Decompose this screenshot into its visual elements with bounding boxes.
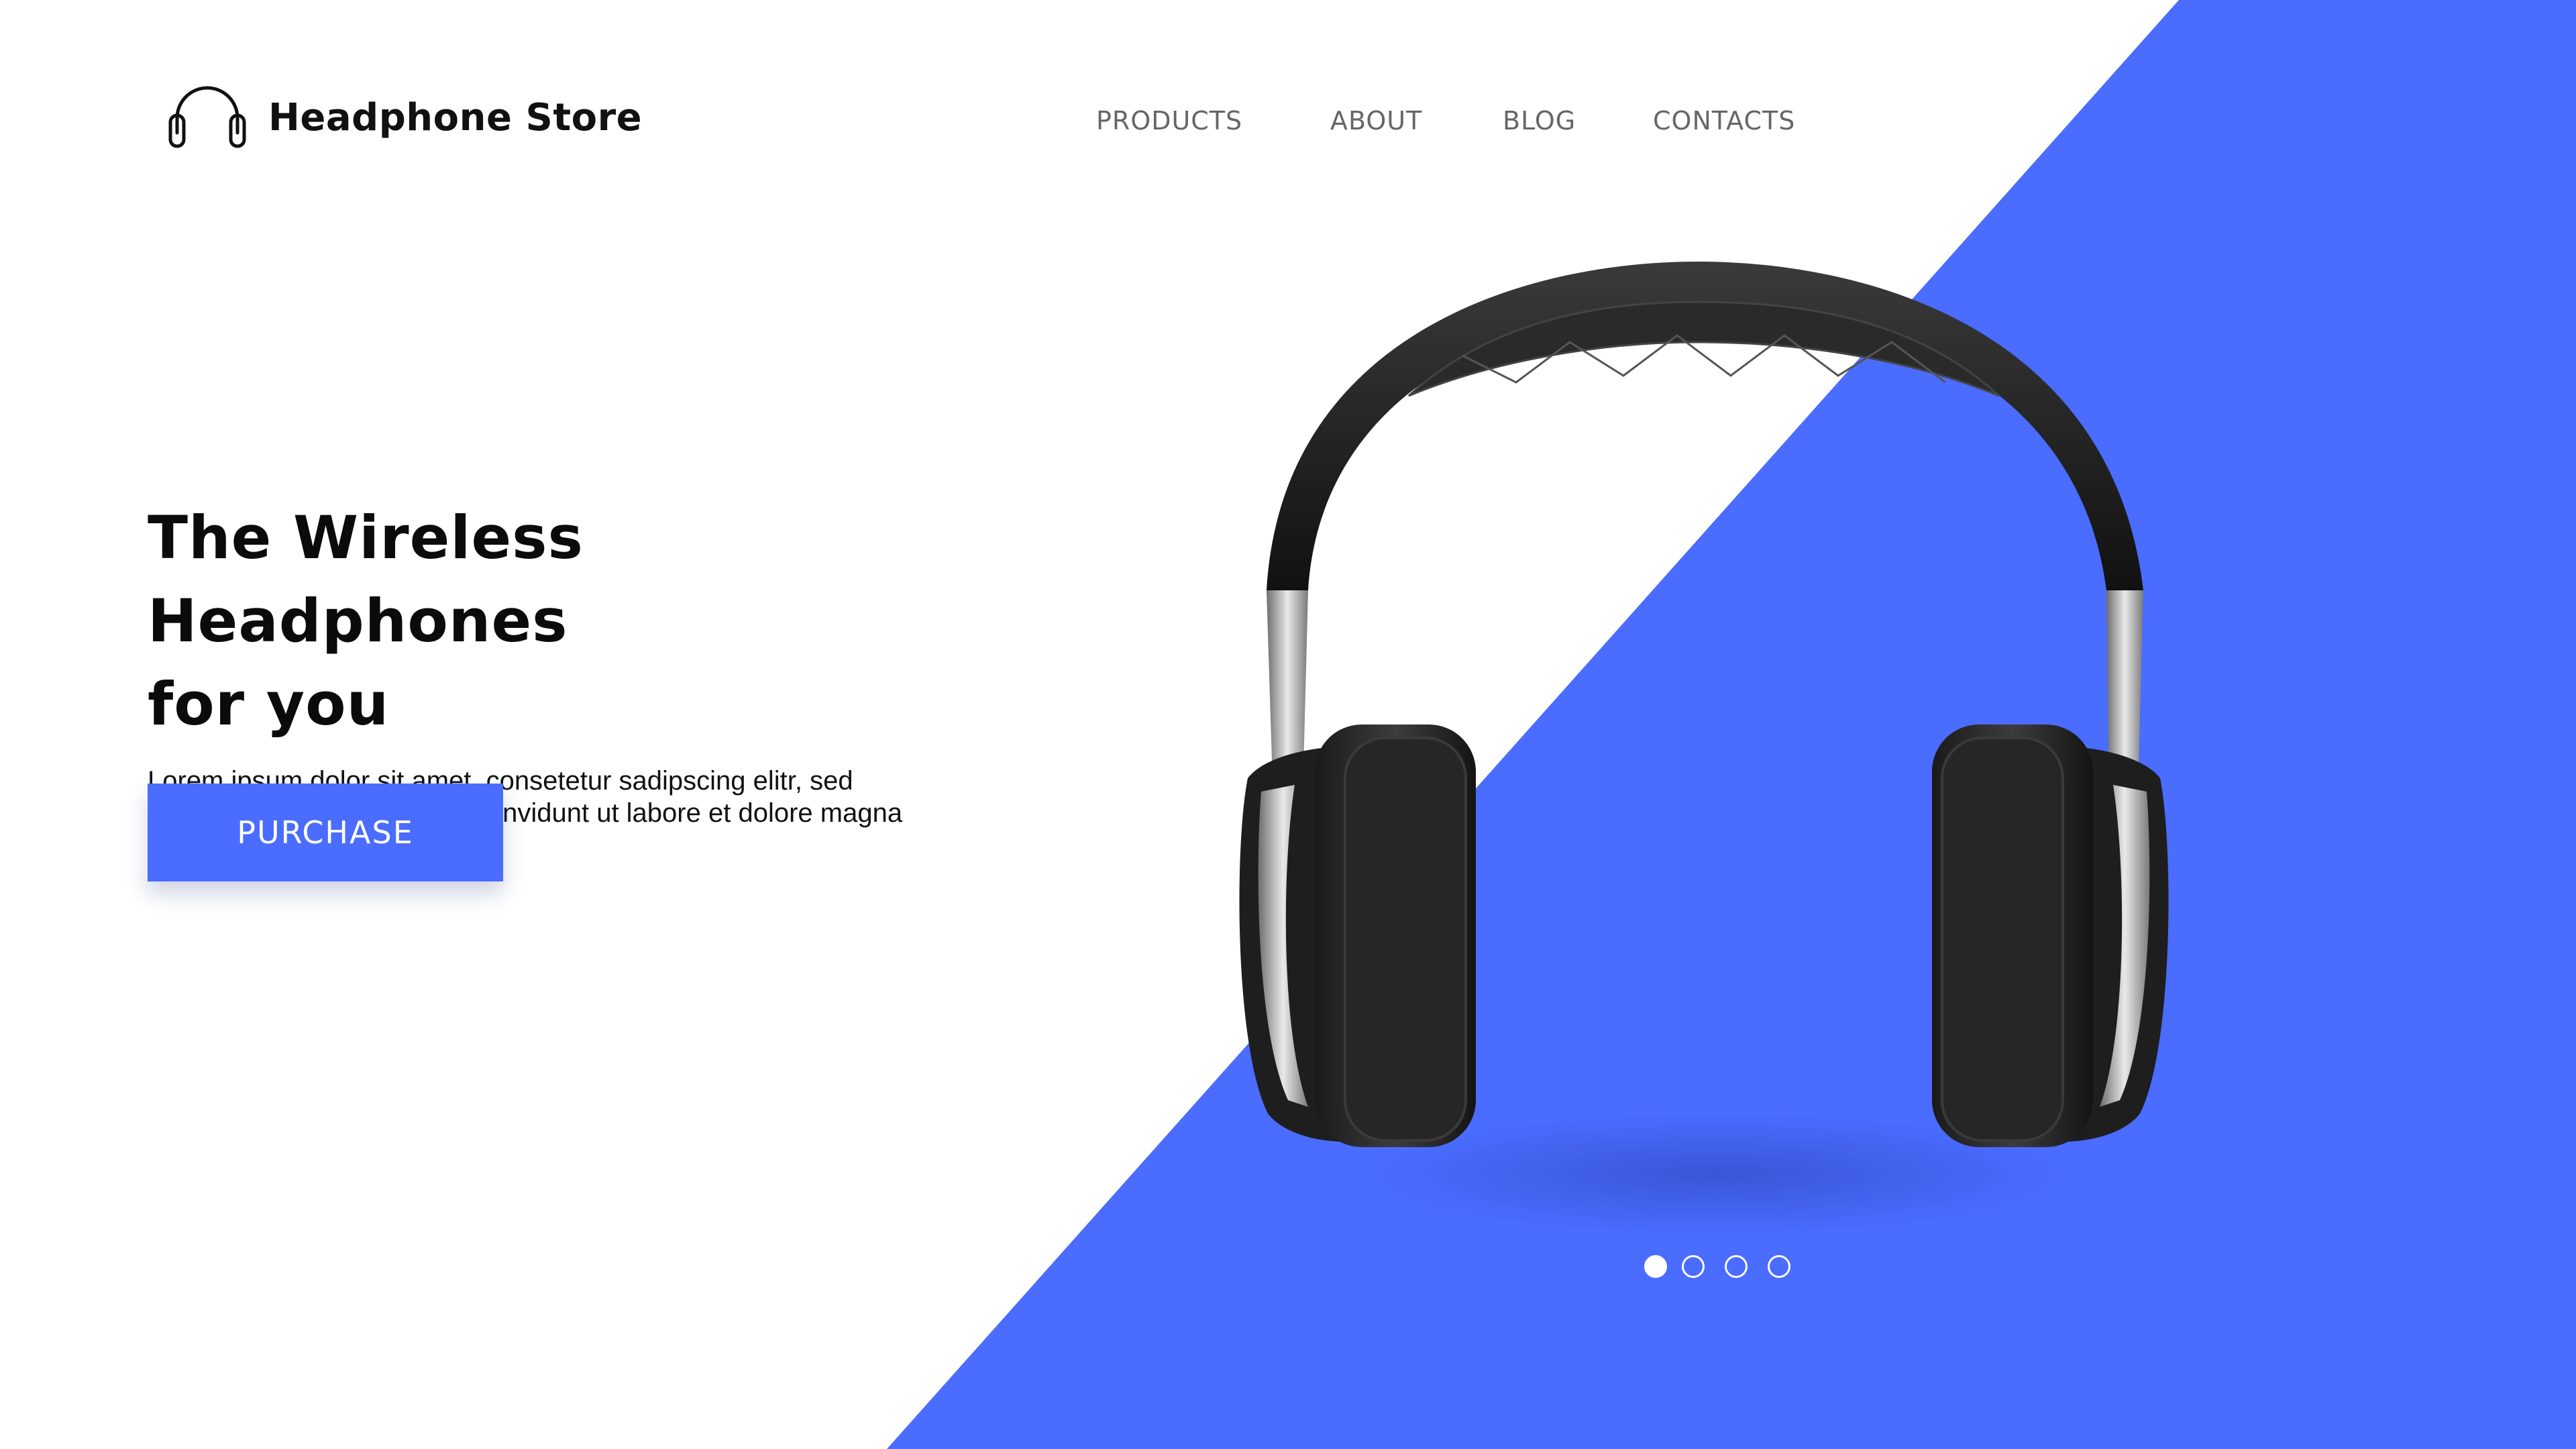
nav-link-products[interactable]: PRODUCTS xyxy=(1096,106,1242,136)
nav-link-about[interactable]: ABOUT xyxy=(1330,106,1422,136)
carousel-dot-1[interactable] xyxy=(1644,1255,1667,1278)
hero-title: The Wireless Headphones for you xyxy=(148,496,979,746)
carousel-pagination xyxy=(1644,1252,1811,1281)
nav-link-blog[interactable]: BLOG xyxy=(1503,106,1576,136)
hero-section: The Wireless Headphones for you Lorem ip… xyxy=(148,496,979,829)
carousel-dot-4[interactable] xyxy=(1768,1255,1790,1278)
main-navigation: PRODUCTS ABOUT BLOG CONTACTS xyxy=(0,106,2576,153)
nav-link-contacts[interactable]: CONTACTS xyxy=(1653,106,1795,136)
purchase-button[interactable]: PURCHASE xyxy=(148,784,503,881)
hero-title-line-1: The Wireless Headphones xyxy=(148,503,584,655)
hero-title-line-2: for you xyxy=(148,669,390,739)
carousel-dot-2[interactable] xyxy=(1682,1255,1705,1278)
carousel-dot-3[interactable] xyxy=(1725,1255,1748,1278)
landing-page: Headphone Store PRODUCTS ABOUT BLOG CONT… xyxy=(0,0,2576,1449)
headphones-product-image xyxy=(1239,262,2169,1234)
